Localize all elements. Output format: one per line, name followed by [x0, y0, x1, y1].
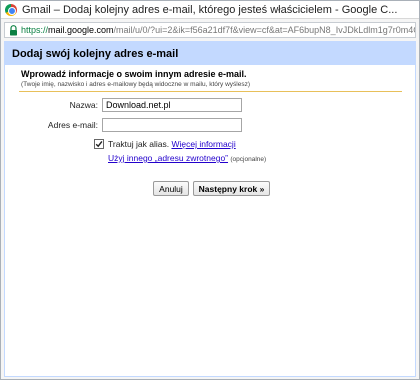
cancel-button[interactable]: Anuluj [153, 181, 189, 196]
window-title: Gmail – Dodaj kolejny adres e-mail, któr… [22, 3, 398, 16]
reply-to-link[interactable]: Użyj innego „adresu zwrotnego” [108, 153, 228, 163]
alias-row: Traktuj jak alias. Więcej informacji [108, 139, 236, 150]
checkmark-icon [95, 140, 103, 148]
chrome-icon [5, 3, 17, 16]
more-info-link[interactable]: Więcej informacji [171, 139, 235, 149]
email-label: Adres e-mail: [47, 120, 98, 130]
reply-to-row: Użyj innego „adresu zwrotnego” (opcjonal… [108, 153, 266, 165]
add-email-dialog: Dodaj swój kolejny adres e-mail Wprowadź… [4, 41, 416, 377]
next-step-button[interactable]: Następny krok » [193, 181, 270, 196]
browser-window: Gmail – Dodaj kolejny adres e-mail, któr… [0, 0, 420, 380]
url-path: /mail/u/0/?ui=2&ik=f56a21df7f&view=cf&at… [113, 25, 415, 35]
email-field[interactable] [102, 118, 242, 132]
name-field[interactable] [102, 98, 242, 112]
alias-label: Traktuj jak alias. [108, 139, 170, 149]
intro-subtitle: (Twoje imię, nazwisko i adres e-mailowy … [21, 81, 251, 88]
lock-icon [10, 24, 17, 35]
optional-note: (opcjonalne) [230, 156, 267, 163]
dialog-header: Dodaj swój kolejny adres e-mail [5, 42, 415, 65]
alias-checkbox[interactable] [94, 139, 104, 149]
title-bar: Gmail – Dodaj kolejny adres e-mail, któr… [1, 1, 419, 19]
url-scheme: https:// [21, 25, 49, 35]
name-label: Nazwa: [69, 100, 98, 110]
dialog-title: Dodaj swój kolejny adres e-mail [12, 47, 179, 60]
url-host: mail.google.com [48, 25, 114, 35]
intro-block: Wprowadź informacje o swoim innym adresi… [21, 69, 401, 89]
divider [19, 91, 402, 92]
address-bar[interactable]: https:// mail.google.com /mail/u/0/?ui=2… [4, 22, 416, 38]
intro-title: Wprowadź informacje o swoim innym adresi… [21, 69, 247, 79]
